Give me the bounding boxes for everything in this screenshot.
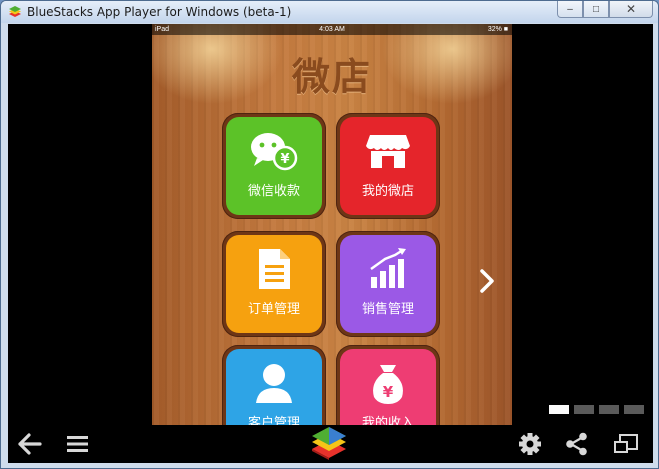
ios-status-bar: iPad 4:03 AM 32% ■ [152,24,512,35]
bluestacks-nav-bar [8,425,653,463]
sales-chart-icon [340,247,436,291]
tile-label: 微信收款 [247,184,300,199]
status-time: 4:03 AM [319,26,345,33]
app-title: 微店 [291,55,372,99]
page-dot[interactable] [574,405,594,414]
window-title: BlueStacks App Player for Windows (beta-… [27,5,292,19]
person-icon [226,361,322,405]
bluestacks-window: BlueStacks App Player for Windows (beta-… [0,0,659,469]
battery-indicator: 32% ■ [487,26,508,33]
minimize-button[interactable]: – [557,1,583,18]
document-icon [226,247,322,291]
app-screen: iPad 4:03 AM 32% ■ 微店 ¥ 微信收款 我的微店 订单管理 销… [152,24,512,425]
page-dot[interactable] [624,405,644,414]
tile-wechat-pay[interactable]: ¥ 微信收款 [222,113,326,219]
page-indicator [549,405,644,414]
tile-label: 我的收入 [361,416,414,425]
window-resize-icon[interactable] [612,431,640,457]
money-bag-icon: ¥ [340,361,436,405]
wechat-pay-icon: ¥ [226,129,322,173]
svg-text:¥: ¥ [280,152,289,167]
tile-customer-management[interactable]: 客户管理 [222,345,326,425]
settings-icon[interactable] [516,431,544,457]
tile-my-income[interactable]: ¥ 我的收入 [336,345,440,425]
page-dot[interactable] [599,405,619,414]
title-bar[interactable]: BlueStacks App Player for Windows (beta-… [1,1,658,23]
next-page-arrow-icon[interactable] [477,268,497,294]
maximize-button[interactable]: □ [583,1,609,18]
back-icon[interactable] [15,431,43,457]
svg-text:¥: ¥ [383,383,394,401]
tile-label: 客户管理 [247,416,300,425]
tile-my-store[interactable]: 我的微店 [336,113,440,219]
page-dot[interactable] [549,405,569,414]
menu-icon[interactable] [64,431,92,457]
tile-sales-management[interactable]: 销售管理 [336,231,440,337]
tile-label: 订单管理 [247,302,300,317]
bluestacks-app-icon [9,6,21,17]
close-button[interactable]: ✕ [609,1,653,18]
share-icon[interactable] [563,431,591,457]
emulator-screen: iPad 4:03 AM 32% ■ 微店 ¥ 微信收款 我的微店 订单管理 销… [8,24,653,463]
bluestacks-logo-icon[interactable] [310,427,348,461]
storefront-icon [340,129,436,173]
tile-order-management[interactable]: 订单管理 [222,231,326,337]
tile-label: 销售管理 [361,302,414,317]
tile-label: 我的微店 [361,184,414,199]
